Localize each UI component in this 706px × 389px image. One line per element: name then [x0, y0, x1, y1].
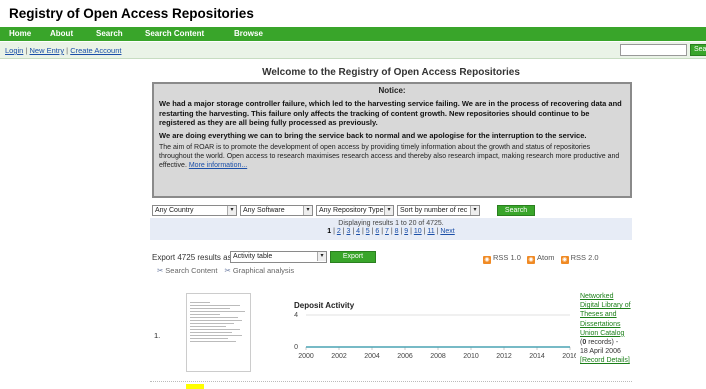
records-count: 0	[582, 339, 587, 347]
notice-title: Notice:	[378, 86, 406, 95]
chart-title: Deposit Activity	[294, 301, 355, 310]
nav-search-content[interactable]: Search Content	[145, 29, 204, 38]
search-content-tool[interactable]: ✂ Search Content	[157, 266, 217, 275]
graphical-analysis-tool[interactable]: ✂ Graphical analysis	[225, 266, 295, 275]
next-entry-badge	[186, 384, 204, 389]
page-link[interactable]: 5	[366, 228, 370, 235]
export-format-select[interactable]: Activity table ▾	[230, 251, 327, 263]
wrench-icon: ✂	[157, 266, 164, 275]
tool-links: ✂ Search Content ✂ Graphical analysis	[157, 266, 294, 275]
login-link[interactable]: Login	[5, 46, 23, 55]
nav-search[interactable]: Search	[96, 29, 123, 38]
export-format-value: Activity table	[233, 253, 273, 260]
page-link[interactable]: 10	[414, 228, 422, 235]
new-entry-link[interactable]: New Entry	[29, 46, 64, 55]
create-account-link[interactable]: Create Account	[70, 46, 121, 55]
current-page: 1	[327, 228, 332, 235]
rss-icon: ◉	[483, 256, 491, 264]
rss2-label: RSS 2.0	[570, 253, 599, 262]
rss1-label: RSS 1.0	[493, 253, 521, 262]
search-content-label: Search Content	[165, 266, 218, 275]
repository-meta: Networked Digital Library of Theses and …	[580, 292, 632, 366]
export-label: Export 4725 results as	[152, 253, 232, 262]
x-tick-label: 2016	[562, 353, 576, 360]
page-link[interactable]: 11	[427, 228, 434, 235]
registration-date: 18 April 2006	[580, 348, 621, 356]
user-bar: Login | New Entry | Create Account Sear	[0, 42, 706, 59]
notice-paragraph-3: The aim of ROAR is to promote the develo…	[159, 143, 625, 170]
x-tick-label: 2012	[496, 353, 512, 360]
x-tick-label: 2000	[298, 353, 314, 360]
chevron-down-icon: ▾	[227, 206, 236, 215]
chevron-down-icon: ▾	[317, 252, 326, 261]
filter-bar: Any Country ▾ Any Software ▾ Any Reposit…	[150, 205, 632, 217]
software-select[interactable]: Any Software ▾	[240, 205, 313, 216]
deposit-activity-chart: Deposit Activity 0 4 2000 2002 2004 2006 2008 2…	[286, 293, 578, 365]
x-tick-label: 2002	[331, 353, 347, 360]
page-link[interactable]: 4	[356, 228, 360, 235]
atom-feed-link[interactable]: ◉ Atom	[527, 253, 555, 264]
y-tick-label: 0	[294, 344, 298, 351]
y-tick-label: 4	[294, 312, 298, 319]
page-link[interactable]: 2	[337, 228, 341, 235]
page-link[interactable]: 6	[375, 228, 379, 235]
filter-search-button[interactable]: Search	[497, 205, 535, 216]
more-information-link[interactable]: More information...	[189, 162, 247, 169]
nav-home[interactable]: Home	[9, 29, 31, 38]
country-select-value: Any Country	[155, 207, 194, 214]
repository-type-select[interactable]: Any Repository Type ▾	[316, 205, 394, 216]
nav-browse[interactable]: Browse	[234, 29, 263, 38]
records-suffix: records) -	[588, 339, 619, 347]
wrench-icon: ✂	[224, 266, 231, 275]
rss1-feed-link[interactable]: ◉ RSS 1.0	[483, 253, 521, 264]
software-select-value: Any Software	[243, 207, 285, 214]
record-details-link[interactable]: [Record Details]	[580, 356, 632, 365]
x-tick-label: 2008	[430, 353, 446, 360]
chevron-down-icon: ▾	[303, 206, 312, 215]
chevron-down-icon: ▾	[470, 206, 479, 215]
graphical-analysis-label: Graphical analysis	[232, 266, 295, 275]
page-link[interactable]: 9	[404, 228, 408, 235]
nav-about[interactable]: About	[50, 29, 73, 38]
page-heading: Welcome to the Registry of Open Access R…	[262, 67, 520, 78]
export-button[interactable]: Export	[330, 251, 376, 263]
sort-select[interactable]: Sort by number of rec ▾	[397, 205, 480, 216]
site-search-input[interactable]	[620, 44, 687, 56]
notice-paragraph-1: We had a major storage controller failur…	[159, 99, 622, 128]
feed-links: ◉ RSS 1.0 ◉ Atom ◉ RSS 2.0	[483, 253, 603, 264]
x-tick-label: 2014	[529, 353, 545, 360]
rss2-feed-link[interactable]: ◉ RSS 2.0	[560, 253, 599, 264]
rss-icon: ◉	[560, 256, 569, 264]
atom-label: Atom	[537, 253, 555, 262]
page-link[interactable]: 3	[346, 228, 350, 235]
notice-paragraph-2: We are doing everything we can to bring …	[159, 130, 587, 140]
site-search-button[interactable]: Sear	[690, 44, 706, 56]
entry-divider	[150, 381, 632, 382]
entry-number: 1.	[154, 331, 161, 340]
next-page-link[interactable]: Next	[440, 228, 454, 235]
page-link[interactable]: 8	[395, 228, 399, 235]
records-info: (0 records) -	[580, 338, 632, 347]
repository-type-select-value: Any Repository Type	[319, 207, 384, 214]
site-title: Registry of Open Access Repositories	[9, 6, 254, 21]
sort-select-value: Sort by number of rec	[400, 207, 468, 214]
repository-thumbnail[interactable]	[186, 293, 251, 372]
country-select[interactable]: Any Country ▾	[152, 205, 237, 216]
main-nav: Home About Search Search Content Browse	[0, 27, 706, 41]
rss-icon: ◉	[527, 256, 536, 264]
x-tick-label: 2004	[364, 353, 380, 360]
page-links: 1 | 2 | 3 | 4 | 5 | 6 | 7 | 8 | 9 | 10 |…	[327, 228, 455, 235]
results-summary: Displaying results 1 to 20 of 4725.	[338, 220, 444, 227]
x-tick-label: 2006	[397, 353, 413, 360]
page-link[interactable]: 7	[385, 228, 389, 235]
x-tick-label: 2010	[463, 353, 479, 360]
account-links: Login | New Entry | Create Account	[5, 46, 122, 55]
notice-box: Notice: We had a major storage controlle…	[152, 82, 632, 198]
chevron-down-icon: ▾	[384, 206, 393, 215]
repository-name-link[interactable]: Networked Digital Library of Theses and …	[580, 292, 632, 338]
pagination: Displaying results 1 to 20 of 4725. 1 | …	[150, 218, 632, 240]
